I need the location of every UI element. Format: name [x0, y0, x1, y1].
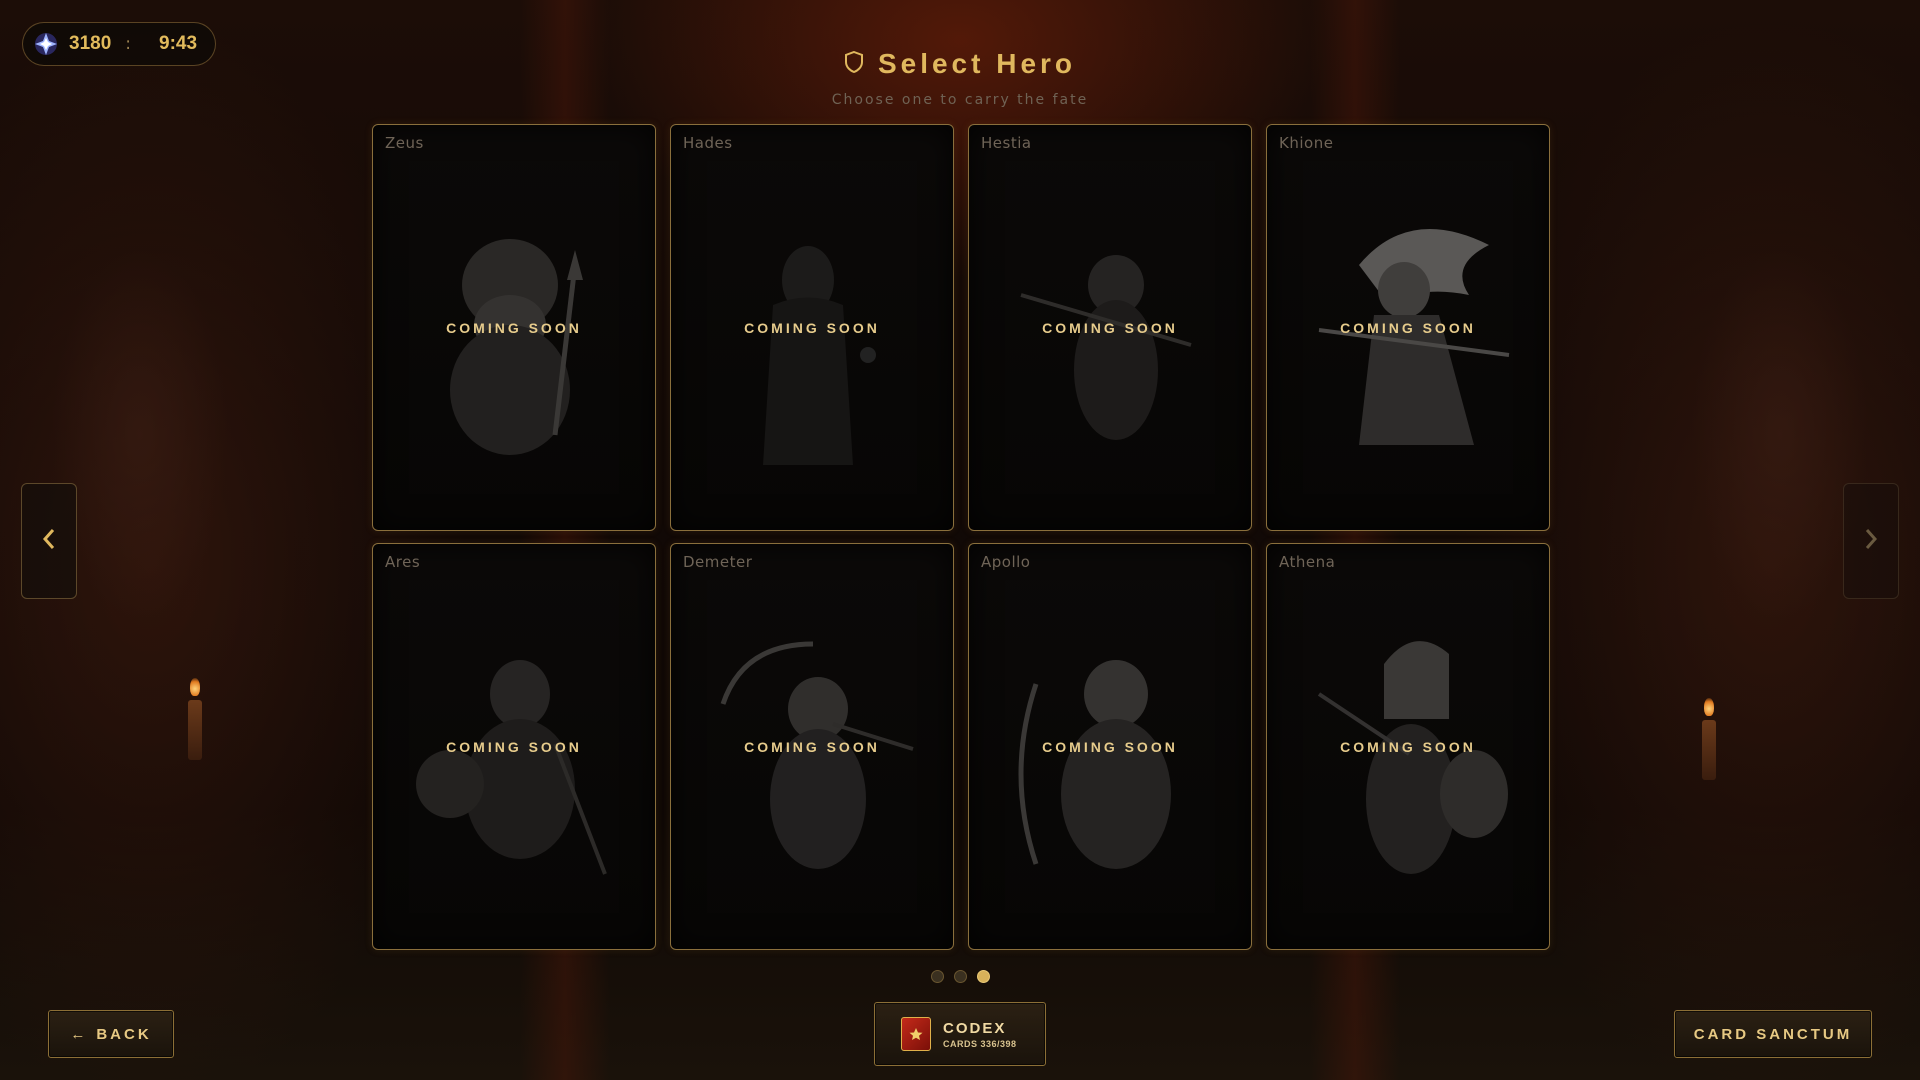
codex-title: CODEX [943, 1019, 1007, 1037]
hero-card-hades[interactable]: Hades COMING SOON [670, 124, 954, 531]
coming-soon-label: COMING SOON [1042, 320, 1178, 336]
khione-portrait-icon [1318, 229, 1510, 445]
hero-name: Zeus [385, 134, 424, 152]
demeter-portrait-icon [720, 641, 914, 869]
pagination-dots [0, 970, 1920, 983]
candle-right [1702, 720, 1716, 780]
hero-grid: Zeus COMING SOON Hades COMING SOON Hesti… [372, 124, 1550, 950]
codex-book-icon [901, 1017, 931, 1051]
hero-card-hestia[interactable]: Hestia COMING SOON [968, 124, 1252, 531]
card-sanctum-label: CARD SANCTUM [1693, 1025, 1853, 1043]
hero-card-khione[interactable]: Khione COMING SOON [1266, 124, 1550, 531]
chevron-right-icon [1863, 527, 1879, 555]
prev-page-button[interactable] [21, 483, 77, 599]
hero-card-zeus[interactable]: Zeus COMING SOON [372, 124, 656, 531]
hero-card-athena[interactable]: Athena COMING SOON [1266, 543, 1550, 950]
coming-soon-label: COMING SOON [744, 739, 880, 755]
page-dot-1[interactable] [930, 970, 944, 983]
coming-soon-label: COMING SOON [1340, 320, 1476, 336]
ares-portrait-icon [416, 660, 607, 875]
hero-name: Hestia [981, 134, 1032, 152]
page-dot-3-active[interactable] [976, 970, 990, 983]
coming-soon-label: COMING SOON [744, 320, 880, 336]
page-dot-2[interactable] [953, 970, 967, 983]
page-title: Select Hero [844, 48, 1076, 80]
hero-name: Ares [385, 553, 421, 571]
candle-flame-left [190, 678, 200, 696]
candle-left [188, 700, 202, 760]
background-knight-left [20, 200, 260, 720]
hero-card-apollo[interactable]: Apollo COMING SOON [968, 543, 1252, 950]
codex-button[interactable]: CODEX CARDS 336/398 [874, 1002, 1046, 1066]
codex-text: CODEX CARDS 336/398 [943, 1020, 1017, 1049]
arrow-left-icon: ← [70, 1025, 89, 1043]
page-subtitle: Choose one to carry the fate [831, 92, 1089, 108]
card-sanctum-button[interactable]: CARD SANCTUM [1674, 1010, 1872, 1058]
back-button-label: BACK [96, 1025, 152, 1043]
background-knight-right [1660, 200, 1900, 720]
hero-card-ares[interactable]: Ares COMING SOON [372, 543, 656, 950]
codex-card-count: CARDS 336/398 [943, 1038, 1017, 1049]
hero-name: Apollo [981, 553, 1031, 571]
next-page-button[interactable] [1843, 483, 1899, 599]
zeus-portrait-icon [450, 239, 583, 455]
apollo-portrait-icon [1018, 660, 1171, 869]
header: Select Hero Choose one to carry the fate [0, 48, 1920, 108]
coming-soon-label: COMING SOON [1042, 739, 1178, 755]
hero-name: Khione [1279, 134, 1334, 152]
hestia-portrait-icon [1020, 255, 1192, 440]
coming-soon-label: COMING SOON [1340, 739, 1476, 755]
coming-soon-label: COMING SOON [446, 739, 582, 755]
athena-portrait-icon [1317, 641, 1508, 874]
hero-card-demeter[interactable]: Demeter COMING SOON [670, 543, 954, 950]
hero-name: Demeter [683, 553, 753, 571]
hades-portrait-icon [763, 246, 876, 465]
hero-name: Hades [683, 134, 733, 152]
page-title-text: Select Hero [877, 48, 1077, 79]
coming-soon-label: COMING SOON [446, 320, 582, 336]
candle-flame-right [1704, 698, 1714, 716]
back-button[interactable]: ← BACK [48, 1010, 174, 1058]
chevron-left-icon [41, 527, 57, 555]
shield-icon [844, 48, 864, 80]
hero-name: Athena [1279, 553, 1336, 571]
